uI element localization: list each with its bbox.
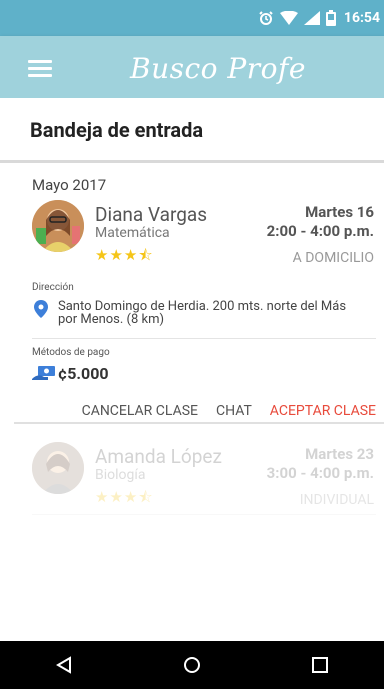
status-bar-right: 16:54 bbox=[258, 0, 380, 36]
alarm-icon bbox=[259, 11, 273, 25]
class-date: Martes 23 bbox=[305, 445, 374, 463]
address-label: Dirección bbox=[32, 282, 74, 293]
home-circle-icon bbox=[184, 657, 200, 673]
signal-icon bbox=[303, 11, 320, 25]
recents-square-icon bbox=[312, 657, 328, 673]
wifi-icon bbox=[279, 11, 298, 25]
class-mode: INDIVIDUAL bbox=[299, 492, 374, 508]
teacher-name: Amanda López bbox=[95, 445, 222, 468]
payment-amount: ¢5.000 bbox=[58, 364, 109, 383]
teacher-subject: Biología bbox=[95, 467, 146, 483]
payment-label: Métodos de pago bbox=[32, 347, 110, 358]
status-icons bbox=[258, 10, 336, 26]
avatar bbox=[32, 200, 84, 252]
class-time: 2:00 - 4:00 p.m. bbox=[266, 222, 374, 240]
system-nav-bar bbox=[0, 641, 384, 689]
accept-class-button[interactable]: ACEPTAR CLASE bbox=[270, 403, 376, 419]
class-summary-2[interactable]: Amanda López Biología ★★★⯪ Martes 23 3:0… bbox=[20, 442, 380, 514]
cash-icon bbox=[32, 366, 55, 380]
payment-section: Métodos de pago ¢5.000 bbox=[20, 347, 380, 393]
back-nav-button[interactable] bbox=[44, 645, 84, 685]
teacher-subject: Matemática bbox=[95, 225, 170, 241]
month-label: Mayo 2017 bbox=[32, 176, 107, 194]
status-time: 16:54 bbox=[343, 10, 380, 26]
divider bbox=[32, 514, 376, 515]
address-section: Dirección Santo Domingo de Herdia. 200 m… bbox=[20, 282, 380, 338]
app-bar: Busco Profe bbox=[0, 36, 384, 98]
class-summary[interactable]: Diana Vargas Matemática ★★★⯪ Martes 16 2… bbox=[20, 200, 380, 272]
class-time: 3:00 - 4:00 p.m. bbox=[266, 464, 374, 482]
battery-icon bbox=[325, 10, 336, 26]
menu-icon[interactable] bbox=[28, 56, 52, 78]
divider bbox=[32, 338, 376, 339]
class-card-faded[interactable]: Amanda López Biología ★★★⯪ Martes 23 3:0… bbox=[20, 436, 380, 515]
address-text: Santo Domingo de Herdia. 200 mts. norte … bbox=[58, 299, 347, 327]
cancel-class-button[interactable]: CANCELAR CLASE bbox=[82, 403, 198, 419]
rating-stars: ★★★⯪ bbox=[95, 246, 154, 264]
status-bar: 16:54 bbox=[0, 0, 384, 36]
class-date: Martes 16 bbox=[305, 203, 374, 221]
page-header: Bandeja de entrada bbox=[0, 98, 384, 163]
teacher-name: Diana Vargas bbox=[95, 203, 208, 226]
class-card[interactable]: Mayo 2017 Diana Vargas Matemática ★★★⯪ M… bbox=[20, 176, 380, 419]
card-separator bbox=[14, 422, 384, 424]
location-pin-icon bbox=[34, 300, 48, 318]
avatar-2 bbox=[32, 442, 84, 494]
chat-button[interactable]: CHAT bbox=[216, 403, 252, 419]
recents-nav-button[interactable] bbox=[300, 645, 340, 685]
app-logo-title: Busco Profe bbox=[130, 52, 306, 85]
class-mode: A DOMICILIO bbox=[292, 250, 374, 266]
rating-stars: ★★★⯪ bbox=[95, 488, 154, 506]
page-title: Bandeja de entrada bbox=[30, 118, 204, 142]
home-nav-button[interactable] bbox=[172, 645, 212, 685]
back-triangle-icon bbox=[56, 656, 71, 674]
class-actions: CANCELAR CLASE CHAT ACEPTAR CLASE bbox=[20, 403, 376, 419]
